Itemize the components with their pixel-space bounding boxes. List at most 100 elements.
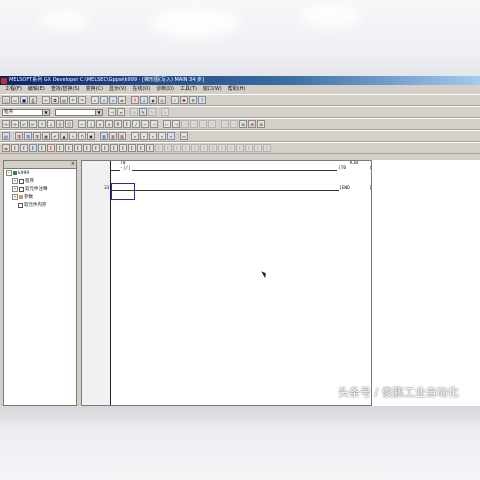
close-icon[interactable]: × bbox=[71, 161, 75, 168]
fkey-icon[interactable]: F bbox=[11, 144, 19, 152]
closed-contact-icon[interactable]: ⊬ bbox=[20, 120, 28, 128]
menu-find-replace[interactable]: 查找/替换(S) bbox=[48, 85, 83, 94]
line-draw-icon[interactable]: ⌐ bbox=[141, 120, 149, 128]
menu-online[interactable]: 在线(O) bbox=[129, 85, 153, 94]
menu-window[interactable]: 窗口(W) bbox=[200, 85, 225, 94]
compile-icon[interactable]: ⇶ bbox=[15, 132, 23, 140]
timing-chart-icon[interactable]: ⊓ bbox=[78, 132, 86, 140]
plc-write-icon[interactable]: ↑ bbox=[131, 96, 139, 104]
undo-icon[interactable]: ↶ bbox=[69, 96, 77, 104]
menu-diagnostics[interactable]: 诊断(D) bbox=[153, 85, 177, 94]
cut-icon[interactable]: ✂ bbox=[42, 96, 50, 104]
collapse-icon[interactable]: − bbox=[6, 170, 12, 176]
display-ratio-icon[interactable]: ▥ bbox=[109, 132, 117, 140]
comment-display-icon[interactable]: ▭ bbox=[180, 132, 188, 140]
open-project-icon[interactable]: ▭ bbox=[11, 96, 19, 104]
fkey-icon[interactable]: F bbox=[47, 144, 55, 152]
new-project-icon[interactable]: □ bbox=[2, 96, 10, 104]
print-icon[interactable]: ⎙ bbox=[29, 96, 37, 104]
rung1-contact[interactable]: -|/| bbox=[120, 166, 131, 171]
fkey-icon[interactable]: F bbox=[74, 144, 82, 152]
project-data-list-icon[interactable]: ▤ bbox=[2, 132, 10, 140]
copy-icon[interactable]: ⧉ bbox=[51, 96, 59, 104]
fkey-icon[interactable]: F bbox=[137, 144, 145, 152]
tree-item-parameter[interactable]: + 参数 bbox=[12, 194, 33, 200]
device-test-icon[interactable]: ⚙ bbox=[189, 96, 197, 104]
ladder-read-icon[interactable]: ⊞ bbox=[257, 120, 265, 128]
convert-icon[interactable]: ⇶ bbox=[33, 132, 41, 140]
tree-root[interactable]: − k999 bbox=[6, 170, 29, 176]
display-mode-icon[interactable]: ▥ bbox=[100, 132, 108, 140]
expand-icon[interactable]: + bbox=[12, 178, 18, 184]
menu-help[interactable]: 帮助(H) bbox=[225, 85, 249, 94]
expand-icon[interactable]: + bbox=[12, 194, 18, 200]
entry-icon[interactable]: ▣ bbox=[87, 132, 95, 140]
device-memory-icon[interactable]: ▦ bbox=[42, 132, 50, 140]
help-icon[interactable]: ? bbox=[198, 96, 206, 104]
fkey-icon[interactable]: F bbox=[92, 144, 100, 152]
ladder-monitor-icon[interactable]: ⌕ bbox=[131, 132, 139, 140]
fkey-icon[interactable]: F bbox=[146, 144, 154, 152]
contact-and-icon[interactable]: ⊣ bbox=[172, 120, 180, 128]
menu-edit[interactable]: 编辑(E) bbox=[25, 85, 48, 94]
horizontal-line-icon[interactable]: — bbox=[78, 120, 86, 128]
ladder-entry-icon[interactable]: ⌕ bbox=[158, 132, 166, 140]
find-instruction-icon[interactable]: ⌕ bbox=[109, 96, 117, 104]
invert-icon[interactable]: / bbox=[132, 120, 140, 128]
ladder-icon[interactable]: ⊣ bbox=[108, 108, 116, 116]
menu-convert[interactable]: 变换(C) bbox=[83, 85, 106, 94]
device-batch-icon[interactable]: ⌕ bbox=[167, 132, 175, 140]
ladder-editor[interactable]: T0 -|/| K10 (T0 ) 33 [END ] bbox=[81, 160, 372, 406]
data-select[interactable]: ▼ bbox=[55, 108, 103, 116]
remote-icon[interactable]: ▲ bbox=[60, 132, 68, 140]
open-contact-parallel-icon[interactable]: ⊣⊢ bbox=[11, 120, 19, 128]
fkey-icon[interactable]: F bbox=[101, 144, 109, 152]
buffer-monitor-icon[interactable]: ⌕ bbox=[149, 132, 157, 140]
falling-edge-icon[interactable]: ↓ bbox=[47, 120, 55, 128]
monitor-write-icon[interactable]: ◎ bbox=[158, 96, 166, 104]
trace-icon[interactable]: ∿ bbox=[69, 132, 77, 140]
ladder-write-icon[interactable]: ⊞ bbox=[248, 120, 256, 128]
menu-project[interactable]: 工程(F) bbox=[2, 85, 25, 94]
redo-icon[interactable]: ↷ bbox=[78, 96, 86, 104]
vertical-line-icon[interactable]: | bbox=[87, 120, 95, 128]
save-icon[interactable]: ■ bbox=[20, 96, 28, 104]
fkey-toggle-icon[interactable]: ⇆ bbox=[2, 144, 10, 152]
plc-read-icon[interactable]: ↓ bbox=[140, 96, 148, 104]
fkey-icon[interactable]: F bbox=[110, 144, 118, 152]
compile-all-icon[interactable]: ⇶ bbox=[24, 132, 32, 140]
delete-horizontal-icon[interactable]: ⨯ bbox=[96, 120, 104, 128]
expand-icon[interactable]: + bbox=[12, 186, 18, 192]
fkey-icon[interactable]: F bbox=[83, 144, 91, 152]
tree-item-device-memory[interactable]: 软元件内存 bbox=[18, 202, 47, 208]
end-instruction[interactable]: [END bbox=[339, 186, 350, 191]
pulse-contact-icon[interactable]: P bbox=[114, 120, 122, 128]
fkey-icon[interactable]: F bbox=[119, 144, 127, 152]
fkey-icon[interactable]: F bbox=[128, 144, 136, 152]
closed-contact-parallel-icon[interactable]: ⊬ bbox=[29, 120, 37, 128]
fkey-icon[interactable]: F bbox=[20, 144, 28, 152]
sample-trace-icon[interactable]: ▥ bbox=[118, 132, 126, 140]
fkey-icon[interactable]: F bbox=[29, 144, 37, 152]
fkey-icon[interactable]: F bbox=[38, 144, 46, 152]
comment-icon[interactable]: ✎ bbox=[139, 108, 147, 116]
line-erase-icon[interactable]: ¬ bbox=[150, 120, 158, 128]
find-device-icon[interactable]: ⌕ bbox=[100, 96, 108, 104]
fkey-icon[interactable]: F bbox=[65, 144, 73, 152]
delete-vertical-icon[interactable]: ⨯ bbox=[105, 120, 113, 128]
application-instruction-icon[interactable]: [] bbox=[65, 120, 73, 128]
menu-view[interactable]: 显示(V) bbox=[106, 85, 129, 94]
param-check-icon[interactable]: ✔ bbox=[51, 132, 59, 140]
verify-icon[interactable]: ✓ bbox=[171, 96, 179, 104]
rising-edge-icon[interactable]: ↑ bbox=[38, 120, 46, 128]
coil-icon[interactable]: () bbox=[56, 120, 64, 128]
diagnostics-icon[interactable]: ✚ bbox=[180, 96, 188, 104]
tree-item-program[interactable]: + 程序 bbox=[12, 178, 34, 184]
rung1-coil[interactable]: (T0 bbox=[338, 166, 346, 171]
fkey-icon[interactable]: F bbox=[56, 144, 64, 152]
replace-icon[interactable]: ⇄ bbox=[118, 96, 126, 104]
open-contact-icon[interactable]: ⊣⊢ bbox=[2, 120, 10, 128]
ladder-cursor[interactable] bbox=[111, 183, 135, 200]
tree-item-device-comment[interactable]: + 软元件注释 bbox=[12, 186, 48, 192]
entry-monitor-icon[interactable]: ⌕ bbox=[140, 132, 148, 140]
